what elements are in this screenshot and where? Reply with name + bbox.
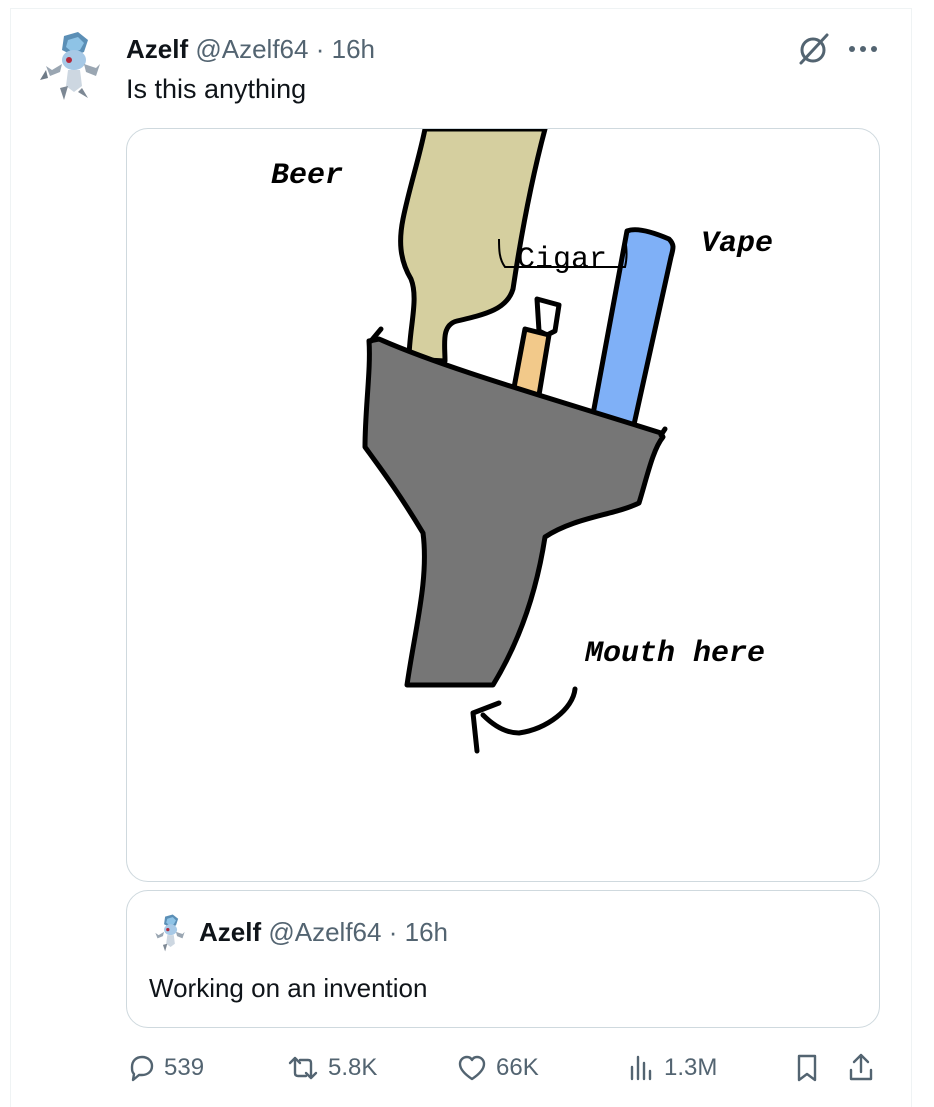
reply-icon <box>130 1055 154 1082</box>
quoted-tweet-header: Azelf @Azelf64 · 16h <box>199 915 448 949</box>
cigar-body-shape <box>510 326 552 398</box>
views-button[interactable]: 1.3M <box>626 1046 717 1090</box>
repost-button[interactable]: 5.8K <box>286 1046 377 1090</box>
arrow-shape <box>480 686 578 736</box>
views-count: 1.3M <box>664 1054 718 1081</box>
label-cigar: Cigar <box>517 243 607 277</box>
tweet-media-image[interactable]: Beer Cigar Vape Mouth here <box>126 128 880 882</box>
label-vape: Vape <box>701 227 773 261</box>
author-name[interactable]: Azelf <box>126 34 188 64</box>
quoted-author-name: Azelf <box>199 917 262 947</box>
views-chart-icon <box>630 1055 652 1081</box>
cigar-shape <box>534 296 562 338</box>
tweet-text: Is this anything <box>126 74 307 104</box>
quoted-tweet-card[interactable]: Azelf @Azelf64 · 16h Working on an inven… <box>126 890 880 1028</box>
quoted-author-handle: @Azelf64 <box>268 917 382 947</box>
bookmark-icon <box>797 1054 817 1082</box>
share-button[interactable] <box>846 1052 876 1089</box>
separator-dot: · <box>388 917 398 947</box>
separator-dot: · <box>315 34 325 64</box>
repost-count: 5.8K <box>328 1054 378 1081</box>
author-handle[interactable]: @Azelf64 <box>195 34 308 64</box>
more-dots-icon <box>849 46 877 52</box>
tweet-time[interactable]: 16h <box>332 34 375 64</box>
quoted-tweet-time: 16h <box>404 917 449 947</box>
label-mouth: Mouth here <box>584 637 765 671</box>
repost-icon <box>288 1056 318 1080</box>
bookmark-button[interactable] <box>792 1052 822 1089</box>
more-options-button[interactable] <box>846 34 880 64</box>
quoted-tweet-text: Working on an invention <box>149 973 428 1003</box>
like-count: 66K <box>496 1054 539 1081</box>
grok-icon <box>799 33 829 65</box>
azelf-avatar-icon <box>40 32 100 100</box>
tweet-action-bar: 539 5.8K 66K 1.3M <box>126 1046 886 1090</box>
like-button[interactable]: 66K <box>456 1046 539 1090</box>
reply-button[interactable]: 539 <box>126 1046 204 1090</box>
azelf-avatar-icon <box>155 914 185 952</box>
invention-drawing: Beer Cigar Vape Mouth here <box>271 129 773 754</box>
share-icon <box>849 1053 873 1081</box>
reply-count: 539 <box>164 1054 205 1081</box>
quoted-author-avatar <box>151 913 189 955</box>
heart-icon <box>458 1055 486 1081</box>
tweet-header: Azelf @Azelf64 · 16h <box>126 32 375 66</box>
label-beer: Beer <box>271 159 343 193</box>
grok-button[interactable] <box>797 32 831 66</box>
author-avatar[interactable] <box>38 30 108 106</box>
